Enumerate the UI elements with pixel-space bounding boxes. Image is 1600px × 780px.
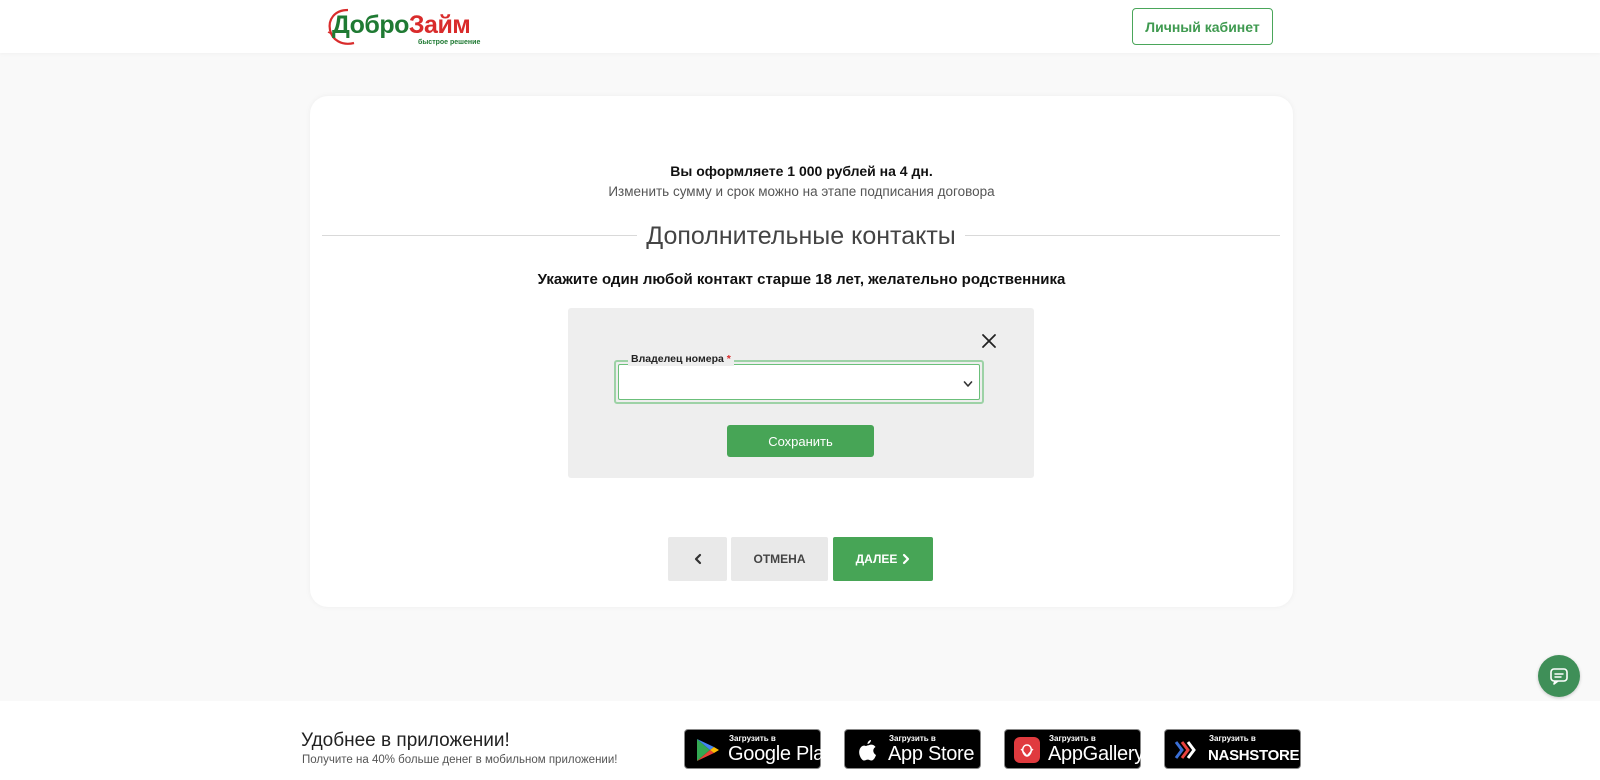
nashstore-small: Загрузить в	[1209, 734, 1256, 743]
cancel-button[interactable]: ОТМЕНА	[731, 537, 828, 581]
appgallery-small: Загрузить в	[1049, 734, 1096, 743]
required-mark: *	[726, 353, 731, 365]
google-play-small: Загрузить в	[729, 734, 776, 743]
save-button[interactable]: Сохранить	[727, 425, 874, 457]
number-owner-label-text: Владелец номера	[631, 353, 724, 365]
chevron-left-icon	[694, 553, 701, 565]
google-play-big: Google Play	[728, 743, 834, 765]
section-title: Дополнительные контакты	[646, 222, 956, 250]
next-button[interactable]: ДАЛЕЕ	[833, 537, 933, 581]
huawei-icon	[1014, 737, 1040, 763]
logo-text-dobro: Добро	[332, 11, 409, 39]
chevron-right-icon	[903, 553, 910, 565]
number-owner-select[interactable]: Владелец номера *	[614, 353, 984, 404]
footer: Удобнее в приложении! Получите на 40% бо…	[0, 701, 1600, 780]
next-button-label: ДАЛЕЕ	[855, 552, 898, 566]
app-store-button[interactable]: Загрузить в App Store	[844, 729, 981, 769]
loan-summary: Вы оформляете 1 000 рублей на 4 дн.	[670, 163, 933, 179]
appgallery-big: AppGallery	[1048, 743, 1144, 765]
application-card: Вы оформляете 1 000 рублей на 4 дн. Изме…	[310, 96, 1293, 607]
loan-hint: Изменить сумму и срок можно на этапе под…	[608, 184, 995, 199]
chevron-down-icon	[963, 381, 973, 387]
header: ДоброЗайм быстрое решение Личный кабинет	[0, 0, 1600, 53]
footer-title: Удобнее в приложении!	[301, 730, 510, 751]
nashstore-button[interactable]: Загрузить в NASHSTORE	[1164, 729, 1301, 769]
appgallery-button[interactable]: Загрузить в AppGallery	[1004, 729, 1144, 769]
number-owner-label: Владелец номера *	[628, 353, 734, 366]
close-icon[interactable]	[980, 332, 998, 350]
nashstore-big: NASHSTORE	[1208, 747, 1300, 764]
section-heading: Дополнительные контакты	[322, 220, 1280, 252]
number-owner-select-field[interactable]	[618, 364, 980, 400]
google-play-icon	[697, 739, 719, 761]
app-store-small: Загрузить в	[889, 734, 936, 743]
logo-text: ДоброЗайм	[332, 11, 471, 39]
contact-instruction: Укажите один любой контакт старше 18 лет…	[537, 271, 1066, 288]
personal-account-button[interactable]: Личный кабинет	[1132, 8, 1273, 45]
divider-right	[965, 235, 1280, 236]
app-store-big: App Store	[888, 743, 975, 765]
contact-form-box: Владелец номера * Сохранить	[568, 308, 1034, 478]
chat-button[interactable]	[1538, 655, 1580, 697]
footer-subtitle: Получите на 40% больше денег в мобильном…	[302, 754, 618, 766]
logo[interactable]: ДоброЗайм быстрое решение	[326, 6, 481, 48]
logo-text-zaym: Займ	[408, 11, 471, 39]
logo-tagline: быстрое решение	[418, 39, 481, 46]
divider-left	[322, 235, 637, 236]
chat-icon	[1550, 668, 1568, 685]
apple-icon	[859, 740, 876, 761]
google-play-button[interactable]: Загрузить в Google Play	[684, 729, 834, 769]
back-button[interactable]	[668, 537, 727, 581]
nashstore-icon	[1174, 741, 1196, 759]
